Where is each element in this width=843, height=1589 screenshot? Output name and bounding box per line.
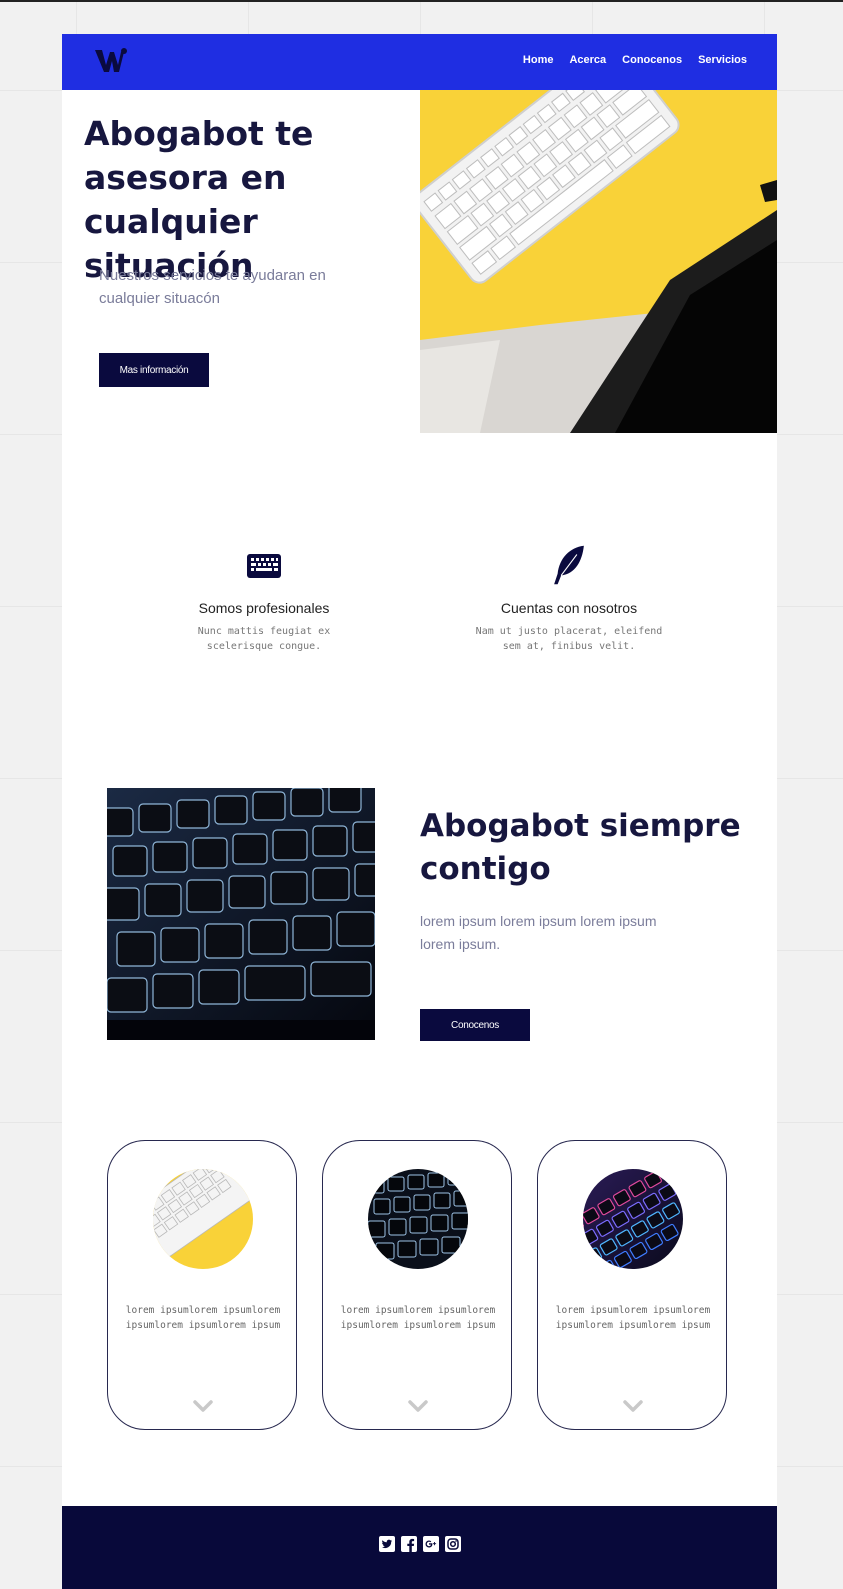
conocenos-button[interactable]: Conocenos [420,1009,530,1041]
card-thumbnail-image [368,1169,468,1269]
feature-professionals: Somos profesionales Nunc mattis feugiat … [134,544,394,654]
card-text: lorem ipsumlorem ipsumlorem ipsumlorem i… [340,1305,496,1331]
twitter-icon[interactable] [378,1536,395,1552]
facebook-icon[interactable] [400,1536,417,1552]
feature-count-on-us: Cuentas con nosotros Nam ut justo placer… [439,544,699,654]
card-thumbnail-image [153,1169,253,1269]
info-card: lorem ipsumlorem ipsumlorem ipsumlorem i… [322,1140,512,1430]
card-thumbnail-image [583,1169,683,1269]
social-links [62,1536,777,1552]
footer [62,1506,777,1589]
window-top-border [0,0,843,2]
hero-subtitle: Nuestros servicios te ayudaran en cualqu… [99,267,326,307]
google-plus-icon[interactable] [422,1536,439,1552]
nav-links: Home Acerca Conocenos Servicios [523,54,747,66]
section-title: Abogabot siempre contigo [420,808,741,887]
more-info-button[interactable]: Mas información [99,353,209,387]
feature-description: Nunc mattis feugiat ex scelerisque congu… [197,626,331,652]
feature-title: Somos profesionales [198,600,330,616]
nav-link-home[interactable]: Home [523,54,554,66]
feature-description: Nam ut justo placerat, eleifend sem at, … [475,626,663,652]
info-card: lorem ipsumlorem ipsumlorem ipsumlorem i… [537,1140,727,1430]
nav-link-servicios[interactable]: Servicios [698,54,747,66]
hero-keyboard-image [420,90,777,433]
brand-logo-icon[interactable] [94,47,128,75]
feature-title: Cuentas con nosotros [500,600,638,616]
keyboard-icon [247,554,281,578]
card-text: lorem ipsumlorem ipsumlorem ipsumlorem i… [125,1305,281,1331]
chevron-down-icon[interactable] [622,1399,644,1413]
backlit-keyboard-image [107,788,375,1040]
card-text: lorem ipsumlorem ipsumlorem ipsumlorem i… [555,1305,711,1331]
top-navbar: Home Acerca Conocenos Servicios [62,34,777,90]
feather-icon [554,545,584,585]
hero-title: Abogabot te asesora en cualquier situaci… [84,114,314,285]
instagram-icon[interactable] [444,1536,461,1552]
section-text: lorem ipsum lorem ipsum lorem ipsum lore… [420,913,657,952]
chevron-down-icon[interactable] [192,1399,214,1413]
nav-link-conocenos[interactable]: Conocenos [622,54,682,66]
chevron-down-icon[interactable] [407,1399,429,1413]
nav-link-acerca[interactable]: Acerca [569,54,606,66]
info-card: lorem ipsumlorem ipsumlorem ipsumlorem i… [107,1140,297,1430]
page-container: Home Acerca Conocenos Servicios Abogabot… [62,34,777,1589]
